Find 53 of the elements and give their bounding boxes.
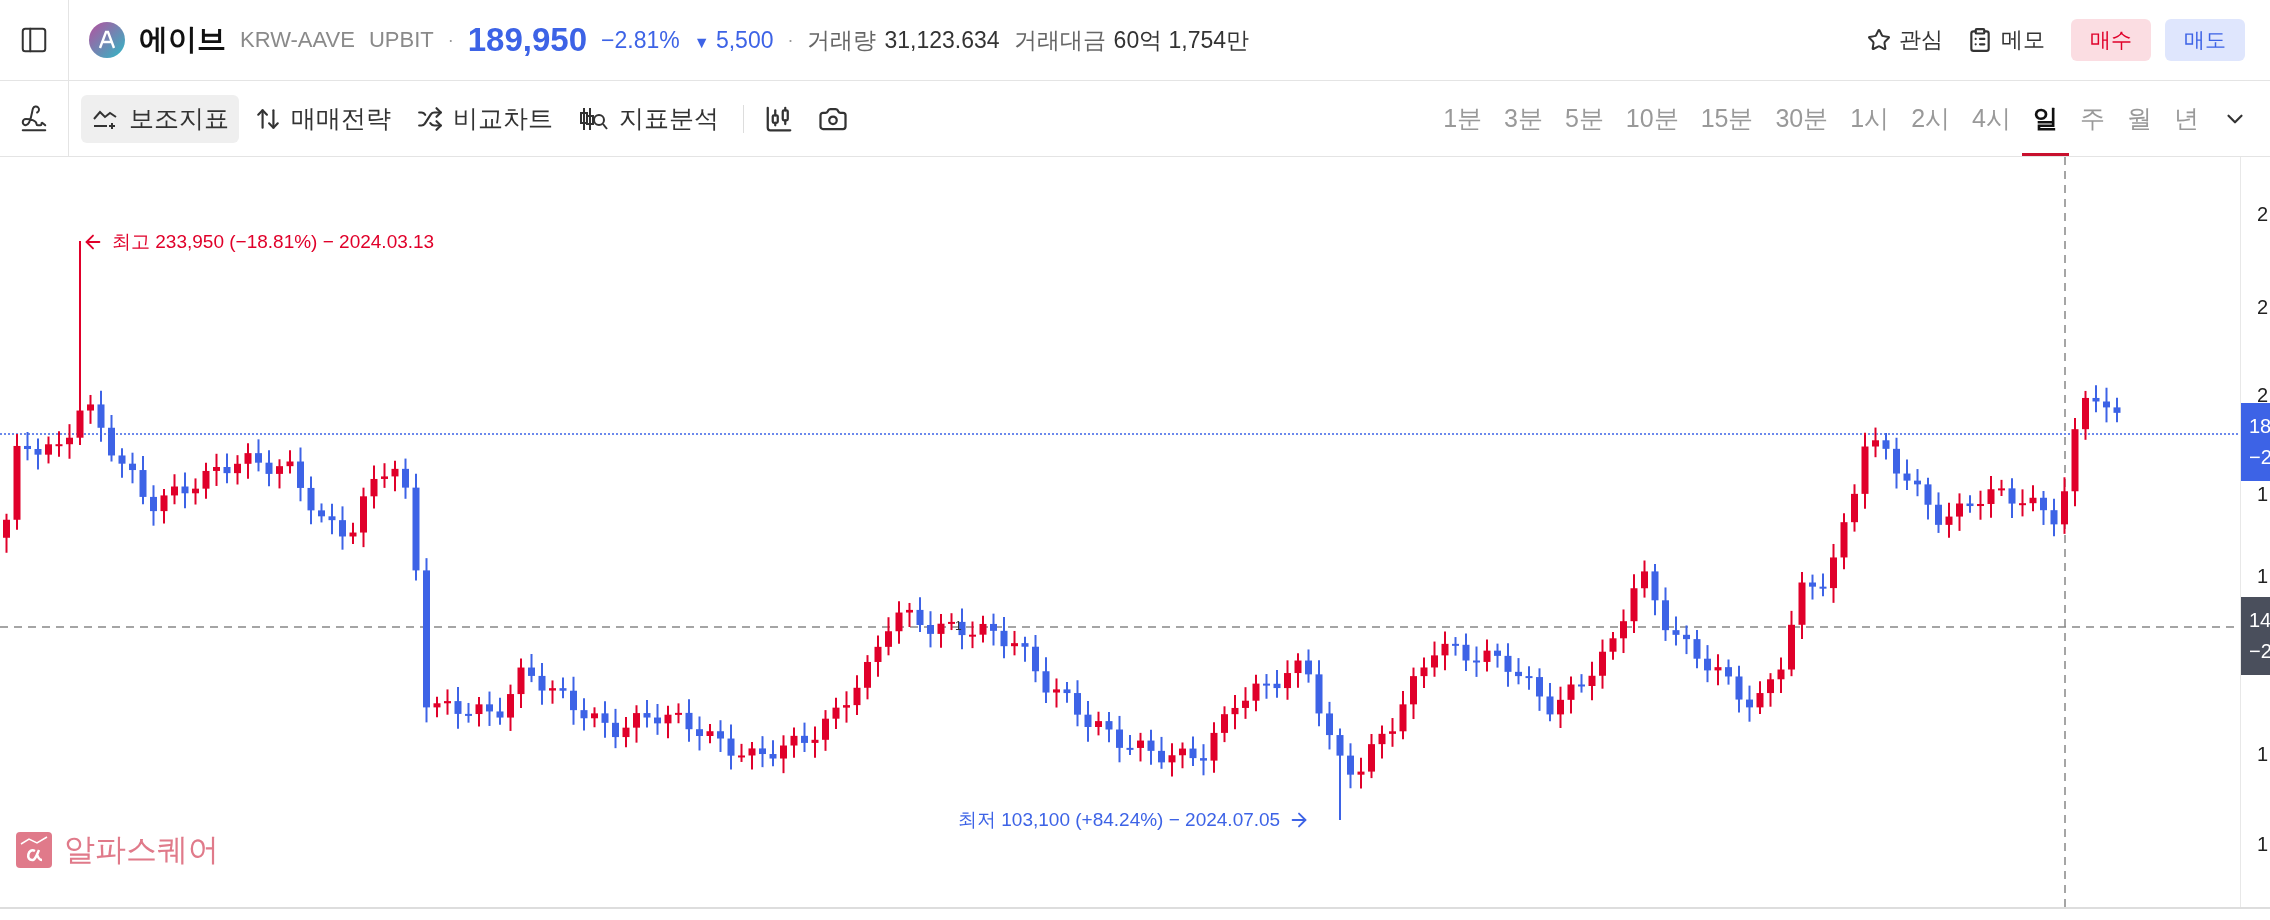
event-marker: 1 bbox=[955, 619, 962, 633]
header-action-button[interactable]: 관심 bbox=[1855, 25, 1955, 55]
interval-tab[interactable]: 5분 bbox=[1553, 81, 1615, 156]
change-amount: ▼ 5,500 bbox=[693, 26, 774, 54]
price-axis-label: 2 bbox=[2257, 203, 2269, 225]
price-axis-label: 2 bbox=[2257, 296, 2269, 318]
interval-tab[interactable]: 일 bbox=[2022, 81, 2069, 156]
toolbar-tool-button[interactable]: 비교차트 bbox=[407, 94, 563, 143]
brand-logo-icon bbox=[16, 832, 52, 868]
price-axis-label: 1 bbox=[2257, 565, 2269, 587]
interval-tab[interactable]: 1분 bbox=[1432, 81, 1494, 156]
interval-tab[interactable]: 4시 bbox=[1961, 81, 2022, 156]
toolbar-tool-button[interactable]: 지표분석 bbox=[569, 94, 729, 143]
price-axis-label: 2 bbox=[2257, 384, 2269, 406]
stat-value: 31,123.634 bbox=[884, 26, 1000, 54]
coin-name: 에이브 bbox=[139, 22, 226, 57]
toolbar-tool-button[interactable]: 보조지표 bbox=[81, 94, 239, 143]
price-axis-label: 1 bbox=[2257, 743, 2269, 765]
interval-tab[interactable]: 년 bbox=[2163, 81, 2210, 156]
current-price: 189,950 bbox=[467, 21, 587, 59]
interval-tab[interactable]: 3분 bbox=[1493, 81, 1554, 156]
header-action-button[interactable]: 메모 bbox=[1955, 25, 2057, 55]
interval-tab[interactable]: 월 bbox=[2116, 81, 2163, 156]
stat-label: 거래량 bbox=[807, 25, 877, 55]
toolbar-tool-button[interactable]: 매매전략 bbox=[245, 94, 401, 143]
stat-value: 60억 1,754만 bbox=[1113, 25, 1250, 55]
separator-dot: · bbox=[787, 29, 794, 51]
sidebar-toggle-icon[interactable] bbox=[19, 25, 49, 55]
pen-icon[interactable] bbox=[19, 103, 49, 134]
exchange-name: UPBIT bbox=[368, 27, 434, 53]
interval-tab[interactable]: 1시 bbox=[1839, 81, 1901, 156]
stat-label: 거래대금 bbox=[1013, 25, 1106, 55]
sell-button[interactable]: 매도 bbox=[2165, 19, 2245, 61]
coin-logo-icon bbox=[89, 22, 125, 58]
star-icon bbox=[1867, 28, 1891, 52]
buy-button[interactable]: 매수 bbox=[2071, 19, 2151, 61]
separator-dot: · bbox=[447, 29, 454, 51]
interval-tab[interactable]: 15분 bbox=[1689, 81, 1765, 156]
interval-tab[interactable]: 10분 bbox=[1614, 81, 1690, 156]
price-axis-label: 1 bbox=[2257, 483, 2269, 505]
interval-tab[interactable]: 2시 bbox=[1900, 81, 1962, 156]
brand-name: 알파스퀘어 bbox=[64, 831, 219, 869]
clipboard-icon bbox=[1967, 27, 1993, 53]
high-price-annotation: 최고 233,950 (−18.81%) − 2024.03.13 bbox=[112, 230, 435, 254]
low-price-annotation: 최저 103,100 (+84.24%) − 2024.07.05 bbox=[958, 808, 1281, 832]
change-rate: −2.81% bbox=[601, 26, 680, 54]
interval-tab[interactable]: 주 bbox=[2069, 81, 2116, 156]
market-pair: KRW-AAVE bbox=[240, 27, 355, 53]
price-axis-label: 1 bbox=[2257, 833, 2269, 855]
interval-tab[interactable]: 30분 bbox=[1764, 81, 1840, 156]
crosshair-price-tag: 14 −2 bbox=[2241, 597, 2270, 675]
shuffle-icon bbox=[417, 105, 443, 132]
current-price-tag: 18 −2 bbox=[2241, 403, 2270, 481]
